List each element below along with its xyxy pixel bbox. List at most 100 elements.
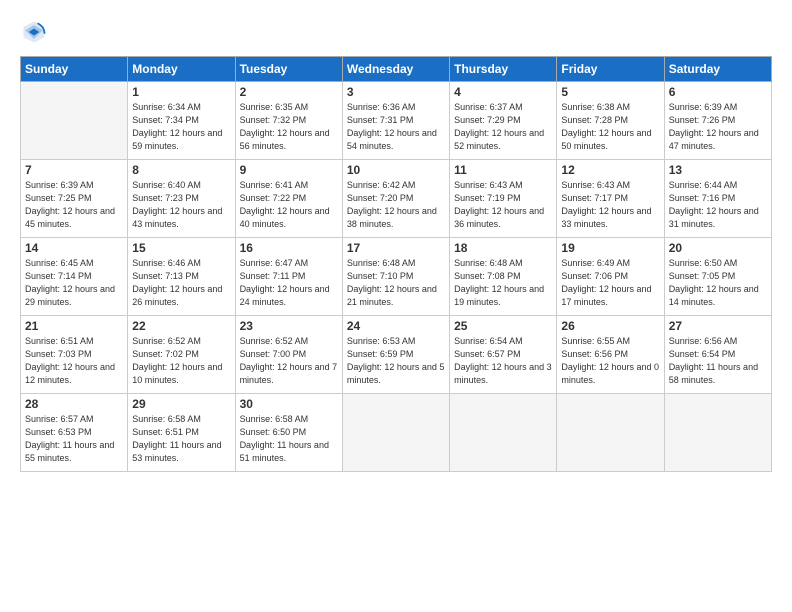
- calendar-cell: 3 Sunrise: 6:36 AMSunset: 7:31 PMDaylight…: [342, 82, 449, 160]
- day-number: 6: [669, 85, 767, 99]
- day-info: Sunrise: 6:46 AMSunset: 7:13 PMDaylight:…: [132, 257, 230, 309]
- calendar-cell: 8 Sunrise: 6:40 AMSunset: 7:23 PMDaylight…: [128, 160, 235, 238]
- day-number: 22: [132, 319, 230, 333]
- calendar-cell: [557, 394, 664, 472]
- day-info: Sunrise: 6:41 AMSunset: 7:22 PMDaylight:…: [240, 179, 338, 231]
- calendar-cell: [342, 394, 449, 472]
- day-header-saturday: Saturday: [664, 57, 771, 82]
- calendar-cell: 4 Sunrise: 6:37 AMSunset: 7:29 PMDaylight…: [450, 82, 557, 160]
- day-number: 13: [669, 163, 767, 177]
- day-number: 8: [132, 163, 230, 177]
- day-info: Sunrise: 6:45 AMSunset: 7:14 PMDaylight:…: [25, 257, 123, 309]
- day-info: Sunrise: 6:55 AMSunset: 6:56 PMDaylight:…: [561, 335, 659, 387]
- calendar-week-row: 28 Sunrise: 6:57 AMSunset: 6:53 PMDayligh…: [21, 394, 772, 472]
- day-info: Sunrise: 6:58 AMSunset: 6:51 PMDaylight:…: [132, 413, 230, 465]
- day-header-sunday: Sunday: [21, 57, 128, 82]
- calendar-week-row: 7 Sunrise: 6:39 AMSunset: 7:25 PMDaylight…: [21, 160, 772, 238]
- day-info: Sunrise: 6:40 AMSunset: 7:23 PMDaylight:…: [132, 179, 230, 231]
- day-number: 10: [347, 163, 445, 177]
- day-info: Sunrise: 6:42 AMSunset: 7:20 PMDaylight:…: [347, 179, 445, 231]
- calendar-cell: 24 Sunrise: 6:53 AMSunset: 6:59 PMDayligh…: [342, 316, 449, 394]
- calendar-cell: 9Sunrise: 6:41 AMSunset: 7:22 PMDaylight…: [235, 160, 342, 238]
- calendar-cell: 7 Sunrise: 6:39 AMSunset: 7:25 PMDaylight…: [21, 160, 128, 238]
- day-info: Sunrise: 6:43 AMSunset: 7:17 PMDaylight:…: [561, 179, 659, 231]
- day-header-monday: Monday: [128, 57, 235, 82]
- calendar-cell: 2 Sunrise: 6:35 AMSunset: 7:32 PMDaylight…: [235, 82, 342, 160]
- day-info: Sunrise: 6:44 AMSunset: 7:16 PMDaylight:…: [669, 179, 767, 231]
- calendar-cell: 19 Sunrise: 6:49 AMSunset: 7:06 PMDayligh…: [557, 238, 664, 316]
- calendar-cell: 23Sunrise: 6:52 AMSunset: 7:00 PMDayligh…: [235, 316, 342, 394]
- day-number: 11: [454, 163, 552, 177]
- day-number: 24: [347, 319, 445, 333]
- day-number: 25: [454, 319, 552, 333]
- day-info: Sunrise: 6:49 AMSunset: 7:06 PMDaylight:…: [561, 257, 659, 309]
- calendar-cell: 10 Sunrise: 6:42 AMSunset: 7:20 PMDayligh…: [342, 160, 449, 238]
- calendar-cell: 6 Sunrise: 6:39 AMSunset: 7:26 PMDaylight…: [664, 82, 771, 160]
- calendar-cell: 27 Sunrise: 6:56 AMSunset: 6:54 PMDayligh…: [664, 316, 771, 394]
- day-header-friday: Friday: [557, 57, 664, 82]
- day-number: 29: [132, 397, 230, 411]
- calendar-header-row: SundayMondayTuesdayWednesdayThursdayFrid…: [21, 57, 772, 82]
- day-number: 26: [561, 319, 659, 333]
- calendar-cell: 1Sunrise: 6:34 AMSunset: 7:34 PMDaylight…: [128, 82, 235, 160]
- calendar-week-row: 14 Sunrise: 6:45 AMSunset: 7:14 PMDayligh…: [21, 238, 772, 316]
- logo: [20, 18, 52, 46]
- day-info: Sunrise: 6:39 AMSunset: 7:26 PMDaylight:…: [669, 101, 767, 153]
- day-number: 5: [561, 85, 659, 99]
- day-number: 30: [240, 397, 338, 411]
- calendar-cell: 28 Sunrise: 6:57 AMSunset: 6:53 PMDayligh…: [21, 394, 128, 472]
- day-info: Sunrise: 6:53 AMSunset: 6:59 PMDaylight:…: [347, 335, 445, 387]
- calendar-cell: 14 Sunrise: 6:45 AMSunset: 7:14 PMDayligh…: [21, 238, 128, 316]
- calendar-cell: 5 Sunrise: 6:38 AMSunset: 7:28 PMDaylight…: [557, 82, 664, 160]
- day-number: 23: [240, 319, 338, 333]
- day-info: Sunrise: 6:47 AMSunset: 7:11 PMDaylight:…: [240, 257, 338, 309]
- day-number: 28: [25, 397, 123, 411]
- day-number: 19: [561, 241, 659, 255]
- calendar-cell: 18Sunrise: 6:48 AMSunset: 7:08 PMDayligh…: [450, 238, 557, 316]
- calendar-week-row: 21 Sunrise: 6:51 AMSunset: 7:03 PMDayligh…: [21, 316, 772, 394]
- calendar-cell: 15 Sunrise: 6:46 AMSunset: 7:13 PMDayligh…: [128, 238, 235, 316]
- day-number: 20: [669, 241, 767, 255]
- day-info: Sunrise: 6:36 AMSunset: 7:31 PMDaylight:…: [347, 101, 445, 153]
- calendar-cell: 30Sunrise: 6:58 AMSunset: 6:50 PMDayligh…: [235, 394, 342, 472]
- day-number: 2: [240, 85, 338, 99]
- day-info: Sunrise: 6:48 AMSunset: 7:10 PMDaylight:…: [347, 257, 445, 309]
- day-number: 12: [561, 163, 659, 177]
- calendar-cell: 20 Sunrise: 6:50 AMSunset: 7:05 PMDayligh…: [664, 238, 771, 316]
- day-info: Sunrise: 6:39 AMSunset: 7:25 PMDaylight:…: [25, 179, 123, 231]
- day-info: Sunrise: 6:50 AMSunset: 7:05 PMDaylight:…: [669, 257, 767, 309]
- day-number: 18: [454, 241, 552, 255]
- day-info: Sunrise: 6:35 AMSunset: 7:32 PMDaylight:…: [240, 101, 338, 153]
- calendar-cell: 17 Sunrise: 6:48 AMSunset: 7:10 PMDayligh…: [342, 238, 449, 316]
- calendar-cell: 25 Sunrise: 6:54 AMSunset: 6:57 PMDayligh…: [450, 316, 557, 394]
- calendar-cell: [450, 394, 557, 472]
- page: SundayMondayTuesdayWednesdayThursdayFrid…: [0, 0, 792, 612]
- day-number: 17: [347, 241, 445, 255]
- day-number: 27: [669, 319, 767, 333]
- calendar-cell: 12 Sunrise: 6:43 AMSunset: 7:17 PMDayligh…: [557, 160, 664, 238]
- day-info: Sunrise: 6:38 AMSunset: 7:28 PMDaylight:…: [561, 101, 659, 153]
- day-number: 7: [25, 163, 123, 177]
- day-number: 15: [132, 241, 230, 255]
- day-number: 3: [347, 85, 445, 99]
- calendar-cell: [664, 394, 771, 472]
- calendar-cell: 11Sunrise: 6:43 AMSunset: 7:19 PMDayligh…: [450, 160, 557, 238]
- day-info: Sunrise: 6:37 AMSunset: 7:29 PMDaylight:…: [454, 101, 552, 153]
- day-header-tuesday: Tuesday: [235, 57, 342, 82]
- day-number: 21: [25, 319, 123, 333]
- calendar-cell: 16 Sunrise: 6:47 AMSunset: 7:11 PMDayligh…: [235, 238, 342, 316]
- day-info: Sunrise: 6:54 AMSunset: 6:57 PMDaylight:…: [454, 335, 552, 387]
- calendar-cell: 13 Sunrise: 6:44 AMSunset: 7:16 PMDayligh…: [664, 160, 771, 238]
- day-info: Sunrise: 6:56 AMSunset: 6:54 PMDaylight:…: [669, 335, 767, 387]
- calendar-cell: 26 Sunrise: 6:55 AMSunset: 6:56 PMDayligh…: [557, 316, 664, 394]
- day-info: Sunrise: 6:51 AMSunset: 7:03 PMDaylight:…: [25, 335, 123, 387]
- day-number: 16: [240, 241, 338, 255]
- day-number: 14: [25, 241, 123, 255]
- calendar-table: SundayMondayTuesdayWednesdayThursdayFrid…: [20, 56, 772, 472]
- day-info: Sunrise: 6:57 AMSunset: 6:53 PMDaylight:…: [25, 413, 123, 465]
- header: [20, 18, 772, 46]
- calendar-cell: [21, 82, 128, 160]
- calendar-cell: 29 Sunrise: 6:58 AMSunset: 6:51 PMDayligh…: [128, 394, 235, 472]
- day-number: 4: [454, 85, 552, 99]
- logo-icon: [20, 18, 48, 46]
